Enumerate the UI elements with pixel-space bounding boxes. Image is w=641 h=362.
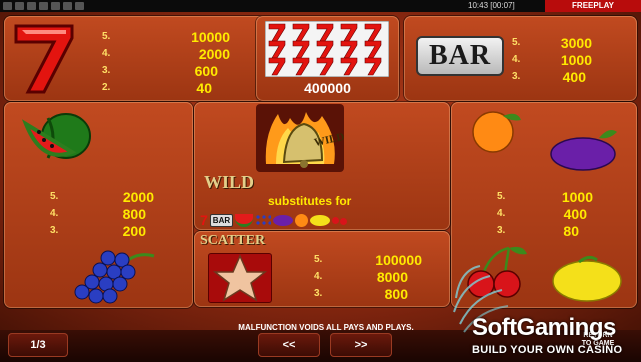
- scatter-panel: SCATTER 5. 100000 4. 8000 3. 800: [194, 231, 450, 307]
- history-icon[interactable]: [51, 2, 60, 10]
- seven-pay-5: 10000: [191, 28, 230, 45]
- wm-pay-3: 200: [122, 222, 146, 239]
- next-page-button[interactable]: >>: [330, 333, 392, 357]
- wild-subtitle: substitutes for: [268, 194, 352, 208]
- seven-count-3: 3.: [102, 65, 111, 76]
- wild-title: WILD: [204, 172, 255, 192]
- bar-count-3: 3.: [512, 71, 521, 82]
- status-bar: 10:43 [00:07] FREEPLAY: [0, 0, 641, 12]
- fruit-count-5: 5.: [497, 191, 506, 202]
- seven-pay-3: 600: [194, 62, 218, 79]
- reels-pay: 400000: [304, 80, 351, 96]
- wild-substitutes-row: 7 BAR: [200, 212, 446, 228]
- seven-count-5: 5.: [102, 31, 111, 42]
- grapes-icon: [74, 250, 155, 304]
- prev-page-button[interactable]: <<: [258, 333, 320, 357]
- paytable-icon[interactable]: [63, 2, 72, 10]
- scatter-pay-4: 8000: [376, 268, 408, 285]
- seven-count-2: 2.: [102, 82, 111, 93]
- wm-count-5: 5.: [50, 191, 59, 202]
- seven-icon: [14, 24, 74, 94]
- mini-grapes-icon: [255, 214, 272, 226]
- bar-pay-5: 3000: [560, 34, 592, 51]
- bar-count-5: 5.: [512, 37, 521, 48]
- scatter-star-icon: [208, 253, 272, 303]
- wm-pay-4: 800: [122, 205, 146, 222]
- watermark-brand: SoftGamings: [472, 314, 616, 341]
- page-indicator: 1/3: [8, 333, 68, 357]
- bar-icon: BAR: [416, 36, 504, 76]
- seven-count-4: 4.: [102, 48, 111, 59]
- clock: 10:43 [00:07]: [468, 1, 515, 10]
- seven-panel: 5. 10000 4. 2000 3. 600 2. 40: [4, 16, 265, 101]
- status-icons: [3, 0, 84, 10]
- seven-pay-4: 2000: [198, 45, 230, 62]
- sound-icon[interactable]: [27, 2, 36, 10]
- bar-count-4: 4.: [512, 54, 521, 65]
- watermelon-icon: [22, 113, 91, 159]
- bar-icon-label: BAR: [428, 40, 492, 71]
- bar-panel: BAR 5. 3000 4. 1000 3. 400: [404, 16, 637, 101]
- plum-icon: [550, 130, 617, 171]
- scatter-count-4: 4.: [314, 271, 323, 282]
- scatter-title: SCATTER: [200, 233, 266, 248]
- scatter-count-5: 5.: [314, 254, 323, 265]
- fruit-pay-3: 80: [563, 222, 579, 239]
- flag-icon[interactable]: [3, 2, 12, 10]
- scatter-count-3: 3.: [314, 288, 323, 299]
- mini-cherry-icon: [332, 216, 340, 224]
- fruit-pay-5: 1000: [561, 188, 593, 205]
- mini-seven-icon: 7: [200, 212, 208, 228]
- reels-panel: 400000: [256, 16, 399, 101]
- fruit-count-4: 4.: [497, 208, 506, 219]
- bar-pay-3: 400: [562, 68, 586, 85]
- scatter-pay-3: 800: [384, 285, 408, 302]
- seven-pay-2: 40: [196, 79, 212, 96]
- watermelon-grapes-panel: 5. 2000 4. 800 3. 200: [4, 102, 193, 308]
- watermark-tagline: BUILD YOUR OWN CASINO: [472, 344, 623, 356]
- mini-plum-icon: [273, 214, 294, 226]
- wild-panel: WILD WILD substitutes for 7 BAR: [194, 102, 450, 230]
- orange-icon: [472, 111, 521, 153]
- help-icon[interactable]: [39, 2, 48, 10]
- mini-watermelon-icon: [235, 213, 254, 227]
- bar-pay-4: 1000: [560, 51, 592, 68]
- wm-count-3: 3.: [50, 225, 59, 236]
- wm-count-4: 4.: [50, 208, 59, 219]
- fruit-pay-4: 400: [563, 205, 587, 222]
- wm-pay-5: 2000: [122, 188, 154, 205]
- mini-bar-icon: BAR: [209, 213, 234, 227]
- mini-lemon-icon: [310, 214, 331, 226]
- fruit-count-3: 3.: [497, 225, 506, 236]
- fullscreen-icon[interactable]: [75, 2, 84, 10]
- mini-orange-icon: [295, 213, 309, 227]
- softgamings-watermark: SoftGamings BUILD YOUR OWN CASINO: [450, 262, 641, 362]
- scatter-pay-5: 100000: [375, 251, 422, 268]
- settings-icon[interactable]: [15, 2, 24, 10]
- seven-grid-icon: [265, 21, 389, 77]
- freeplay-badge: FREEPLAY: [545, 0, 641, 12]
